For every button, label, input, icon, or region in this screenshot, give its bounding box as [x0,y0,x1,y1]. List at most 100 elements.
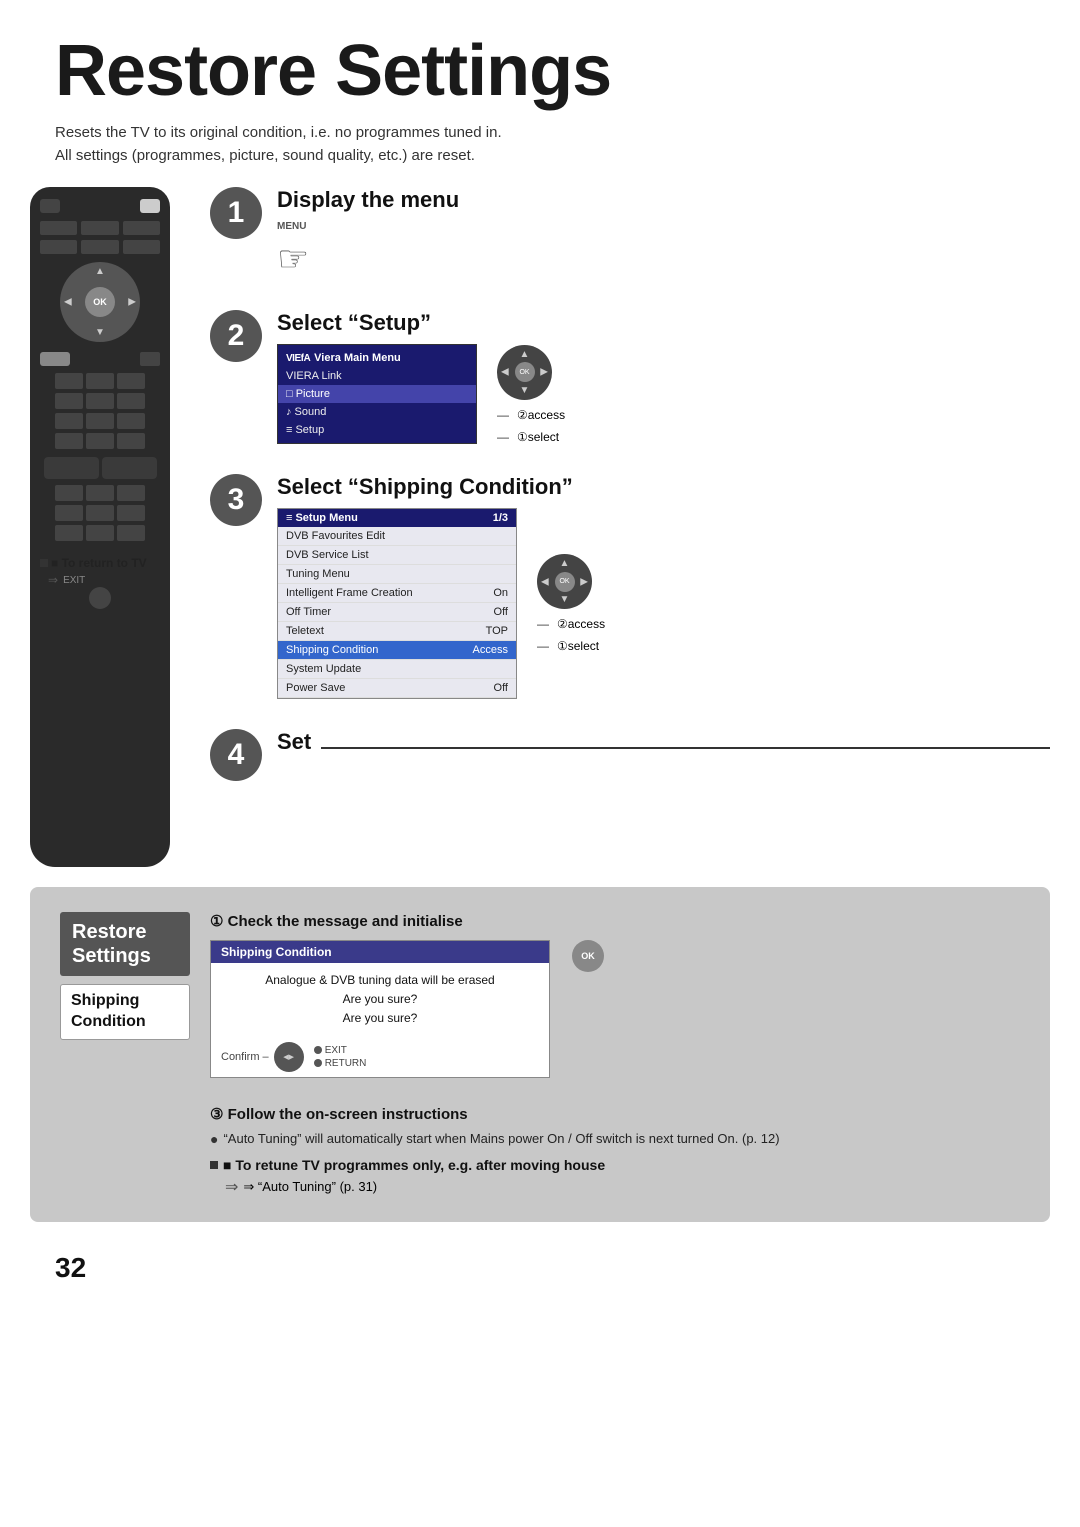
step-2-menu-area: VIEfA Viera Main Menu VIERA Link □ Pictu… [277,344,1050,444]
remote-btn [117,485,145,501]
set-line [321,747,1050,749]
subtitle-line2: All settings (programmes, picture, sound… [55,147,475,164]
remote-btn [55,525,83,541]
remote-top-btn-right [140,199,160,213]
menu-item-setup: ≡ Setup [278,421,476,439]
step-2-nav: ▲ ▼ ◀ ▶ OK — ②access — ①select [497,345,565,444]
remote-btn [86,505,114,521]
ok-button-dialog: OK [572,940,604,972]
nav-dpad-3: ▲ ▼ ◀ ▶ OK [537,554,592,609]
follow-title: ③ Follow the on-screen instructions [210,1105,1020,1123]
dialog-line3: Are you sure? [226,1009,534,1028]
bottom-right-content: ① Check the message and initialise Shipp… [210,912,1020,1197]
to-return-label: ■ To return to TV [40,556,160,570]
remote-btn [117,525,145,541]
main-menu-box: VIEfA Viera Main Menu VIERA Link □ Pictu… [277,344,477,444]
step-3-nav: ▲ ▼ ◀ ▶ OK — ②access — ①select [537,554,605,653]
step-2: 2 Select “Setup” VIEfA Viera Main Menu V… [210,310,1050,444]
black-square-icon [40,559,48,567]
remote-btn [81,240,118,254]
remote-btn [86,393,114,409]
black-square-icon-2 [210,1161,218,1169]
setup-item-dvb-fav: DVB Favourites Edit [278,527,516,546]
remote-dpad: ▲ ▼ ◀ ▶ OK [60,262,140,342]
remote-btn [55,485,83,501]
remote-btn [55,393,83,409]
remote-btn [117,433,145,449]
step-3-title: Select “Shipping Condition” [277,474,1050,500]
dialog-line2: Are you sure? [226,990,534,1009]
dialog-body: Analogue & DVB tuning data will be erase… [211,963,549,1037]
bullet-dot: ● [210,1131,218,1147]
remote-wide-btn [102,457,157,479]
menu-button-remote [40,352,70,366]
remote-control-area: ▲ ▼ ◀ ▶ OK [30,187,190,867]
ok-nav-2: OK [515,362,535,382]
step-2-title: Select “Setup” [277,310,1050,336]
remote-btn [123,240,160,254]
step-1-title: Display the menu [277,187,1050,213]
setup-item-dvb-service: DVB Service List [278,546,516,565]
remote-btn [40,221,77,235]
menu-item-sound: ♪ Sound [278,403,476,421]
bottom-section: RestoreSettings ShippingCondition ① Chec… [30,887,1050,1222]
retune-title: ■ To retune TV programmes only, e.g. aft… [210,1157,1020,1173]
setup-item-shipping: Shipping Condition Access [278,641,516,660]
ok-button-remote: OK [85,287,115,317]
retune-arrow-text: ⇒ “Auto Tuning” (p. 31) [243,1179,377,1195]
step-4-content: Set [277,729,1050,763]
dialog-header: Shipping Condition [211,941,549,963]
return-text: RETURN [325,1058,367,1069]
step-3-content: Select “Shipping Condition” ≡ Setup Menu… [277,474,1050,699]
bottom-left-labels: RestoreSettings ShippingCondition [60,912,190,1197]
remote-side-btn [140,352,160,366]
remote-btn [86,485,114,501]
remote-btn [55,413,83,429]
check-title: ① Check the message and initialise [210,912,1020,930]
remote-btn [55,433,83,449]
access-text-3: ②access [557,617,605,631]
remote-top-btn-left [40,199,60,213]
remote-btn [123,221,160,235]
page-title: Restore Settings [0,0,1080,122]
setup-item-frame: Intelligent Frame Creation On [278,584,516,603]
select-text-3: ①select [557,639,599,653]
menu-item-vieralink: VIERA Link [278,367,476,385]
step-number-2: 2 [210,310,262,362]
setup-menu-header: ≡ Setup Menu 1/3 [278,509,516,527]
select-label-2: — ①select [497,430,565,444]
remote-btn [86,413,114,429]
step-3: 3 Select “Shipping Condition” ≡ Setup Me… [210,474,1050,699]
page-number: 32 [0,1242,1080,1294]
step-4-title: Set [277,729,311,755]
restore-settings-label: RestoreSettings [60,912,190,976]
ok-nav-3: OK [555,572,575,592]
bullet-text-1: “Auto Tuning” will automatically start w… [223,1131,779,1147]
bullet-item-1: ● “Auto Tuning” will automatically start… [210,1131,1020,1147]
remote-btn [86,373,114,389]
remote-btn [117,373,145,389]
step-number-4: 4 [210,729,262,781]
remote-btn [117,393,145,409]
setup-item-powersave: Power Save Off [278,679,516,698]
exit-label-remote: EXIT [63,575,85,586]
main-menu-header: VIEfA Viera Main Menu [278,349,476,367]
remote-btn [55,373,83,389]
dialog-footer: Confirm – ◀▶ EXIT RETURN [211,1037,549,1077]
dialog-line1: Analogue & DVB tuning data will be erase… [226,971,534,990]
subtitle-line1: Resets the TV to its original condition,… [55,124,502,141]
select-text-2: ①select [517,430,559,444]
setup-item-offtimer: Off Timer Off [278,603,516,622]
shipping-dialog: Shipping Condition Analogue & DVB tuning… [210,940,550,1078]
remote-btn [81,221,118,235]
step-3-menu-area: ≡ Setup Menu 1/3 DVB Favourites Edit DVB… [277,508,1050,699]
step-1: 1 Display the menu MENU ☞ [210,187,1050,280]
arrow-right-icon: ⇒ [225,1177,238,1197]
exit-button-remote [89,587,111,609]
remote-btn [55,505,83,521]
hand-icon: ☞ [277,238,309,280]
remote-btn [86,525,114,541]
remote-btn [86,433,114,449]
page-subtitle: Resets the TV to its original condition,… [0,122,1080,187]
menu-label: MENU [277,221,309,232]
